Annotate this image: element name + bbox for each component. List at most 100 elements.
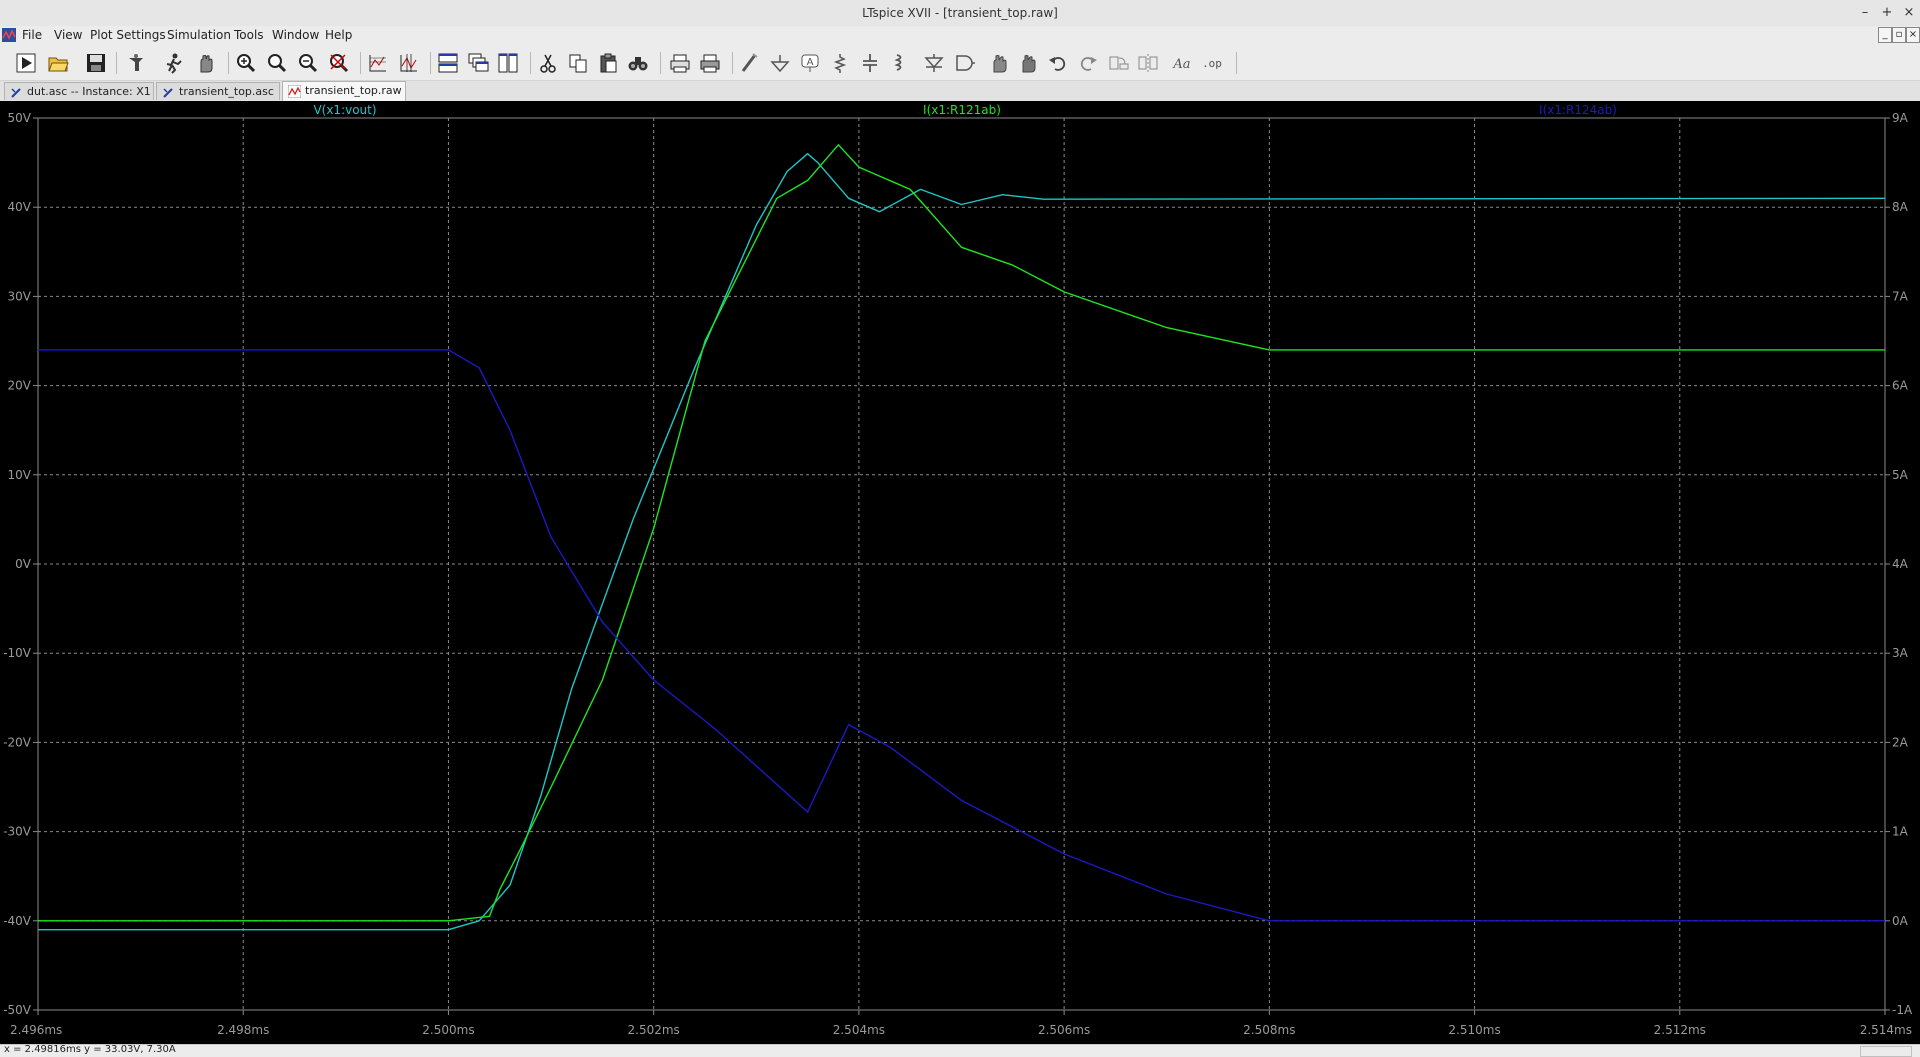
left-axis-tick-label: 50V	[8, 111, 32, 125]
document-tabs: dut.asc -- Instance: X1 transient_top.as…	[0, 81, 1920, 102]
left-axis-tick-label: -30V	[3, 825, 32, 839]
tab-label: transient_top.asc	[179, 85, 274, 98]
title-bar: LTspice XVII - [transient_top.raw] – + ×	[0, 0, 1920, 27]
schematic-icon	[11, 88, 21, 98]
redo-icon[interactable]	[1076, 51, 1100, 75]
minimize-button[interactable]: –	[1856, 4, 1874, 22]
print-icon[interactable]	[698, 51, 722, 75]
component-icon[interactable]	[952, 51, 976, 75]
label-icon[interactable]: A	[798, 51, 822, 75]
tile-vertical-icon[interactable]	[496, 51, 520, 75]
left-axis-tick-label: -20V	[3, 735, 32, 749]
right-axis-tick-label: 7A	[1892, 289, 1909, 303]
zoom-in-icon[interactable]	[234, 51, 258, 75]
right-axis-tick-label: 8A	[1892, 200, 1909, 214]
menu-file[interactable]: File	[22, 28, 42, 42]
x-axis-tick-label: 2.496ms	[10, 1023, 62, 1037]
menu-tools[interactable]: Tools	[234, 28, 264, 42]
find-icon[interactable]	[626, 51, 650, 75]
maximize-button[interactable]: +	[1878, 4, 1896, 22]
drag-icon[interactable]	[1016, 51, 1040, 75]
x-axis-tick-label: 2.502ms	[628, 1023, 680, 1037]
left-axis-tick-label: 10V	[8, 468, 32, 482]
x-axis-labels: 2.496ms 2.498ms 2.500ms 2.502ms 2.504ms 2.506…	[10, 1023, 1912, 1037]
mdi-close-button[interactable]: ×	[1906, 27, 1920, 43]
menu-plot-settings[interactable]: Plot Settings	[90, 28, 166, 42]
run-icon[interactable]	[14, 51, 38, 75]
zoom-fit-icon[interactable]	[327, 51, 351, 75]
move-icon[interactable]	[986, 51, 1010, 75]
tab-transient-top-raw[interactable]: transient_top.raw	[282, 81, 406, 101]
status-grip	[1860, 1046, 1912, 1057]
tab-label: dut.asc -- Instance: X1	[27, 85, 151, 98]
menu-simulation[interactable]: Simulation	[167, 28, 231, 42]
svg-text:A: A	[807, 57, 814, 68]
right-axis-tick-label: 5A	[1892, 468, 1909, 482]
copy-icon[interactable]	[566, 51, 590, 75]
undo-icon[interactable]	[1046, 51, 1070, 75]
left-axis-labels: 50V 40V 30V 20V 10V 0V -10V -20V -30V -40V -50V	[3, 111, 32, 1017]
rotate-icon[interactable]	[1106, 51, 1130, 75]
x-axis-tick-label: 2.506ms	[1038, 1023, 1090, 1037]
zoom-area-icon[interactable]	[265, 51, 289, 75]
resistor-icon[interactable]	[828, 51, 852, 75]
right-axis-tick-label: 2A	[1892, 735, 1909, 749]
tile-horizontal-icon[interactable]	[436, 51, 460, 75]
tab-label: transient_top.raw	[305, 84, 402, 97]
trace-line	[38, 349, 1885, 922]
close-button[interactable]: ×	[1900, 4, 1918, 22]
tab-dut-asc[interactable]: dut.asc -- Instance: X1	[4, 82, 154, 100]
pick-visible-icon[interactable]	[397, 51, 421, 75]
plot-grid	[38, 118, 1885, 1010]
traces	[38, 144, 1886, 931]
x-axis-tick-label: 2.514ms	[1860, 1023, 1912, 1037]
cascade-icon[interactable]	[466, 51, 490, 75]
open-icon[interactable]	[46, 51, 70, 75]
ground-icon[interactable]	[768, 51, 792, 75]
waveform-chart[interactable]: 50V 40V 30V 20V 10V 0V -10V -20V -30V -40V -50V 9A…	[0, 101, 1920, 1044]
right-axis-tick-label: 1A	[1892, 825, 1909, 839]
menu-window[interactable]: Window	[272, 28, 319, 42]
pan-icon[interactable]	[194, 51, 218, 75]
svg-text:Aa: Aa	[1172, 57, 1190, 72]
save-icon[interactable]	[84, 51, 108, 75]
diode-icon[interactable]	[922, 51, 946, 75]
x-axis-tick-label: 2.498ms	[217, 1023, 269, 1037]
trace-label: I(x1:R124ab)	[1539, 103, 1617, 117]
right-axis-tick-label: 9A	[1892, 111, 1909, 125]
toolbar-separator	[360, 52, 361, 74]
left-axis-tick-label: 20V	[8, 379, 32, 393]
mirror-icon[interactable]	[1136, 51, 1160, 75]
text-icon[interactable]: Aa	[1170, 51, 1194, 75]
toolbar-separator	[660, 52, 661, 74]
trace-legend: V(x1:vout) I(x1:R121ab) I(x1:R124ab)	[313, 103, 1617, 117]
right-axis-tick-label: 6A	[1892, 379, 1909, 393]
halt-icon[interactable]	[162, 51, 186, 75]
menu-view[interactable]: View	[54, 28, 82, 42]
zoom-out-icon[interactable]	[296, 51, 320, 75]
spice-directive-icon[interactable]: .op	[1200, 51, 1224, 75]
autorange-icon[interactable]	[366, 51, 390, 75]
right-axis-tick-label: 3A	[1892, 646, 1909, 660]
toolbar: A Aa .op	[0, 46, 1920, 81]
mdi-restore-button[interactable]: ▫	[1892, 27, 1906, 43]
svg-text:.op: .op	[1202, 57, 1222, 70]
tab-transient-top-asc[interactable]: transient_top.asc	[156, 82, 280, 100]
trace-line	[38, 144, 1885, 922]
control-panel-icon[interactable]	[124, 51, 148, 75]
inductor-icon[interactable]	[888, 51, 912, 75]
toolbar-separator	[1236, 52, 1237, 74]
print-setup-icon[interactable]	[668, 51, 692, 75]
mdi-minimize-button[interactable]: _	[1878, 27, 1892, 43]
ltspice-app-icon[interactable]	[2, 28, 16, 42]
menu-help[interactable]: Help	[325, 28, 352, 42]
waveform-plot-pane[interactable]: 50V 40V 30V 20V 10V 0V -10V -20V -30V -40V -50V 9A…	[0, 101, 1920, 1044]
cut-icon[interactable]	[536, 51, 560, 75]
toolbar-separator	[732, 52, 733, 74]
wire-icon[interactable]	[738, 51, 762, 75]
capacitor-icon[interactable]	[858, 51, 882, 75]
left-axis-tick-label: -40V	[3, 914, 32, 928]
status-bar: x = 2.49816ms y = 33.03V, 7.30A	[0, 1044, 1920, 1057]
paste-icon[interactable]	[596, 51, 620, 75]
right-axis-tick-label: 0A	[1892, 914, 1909, 928]
